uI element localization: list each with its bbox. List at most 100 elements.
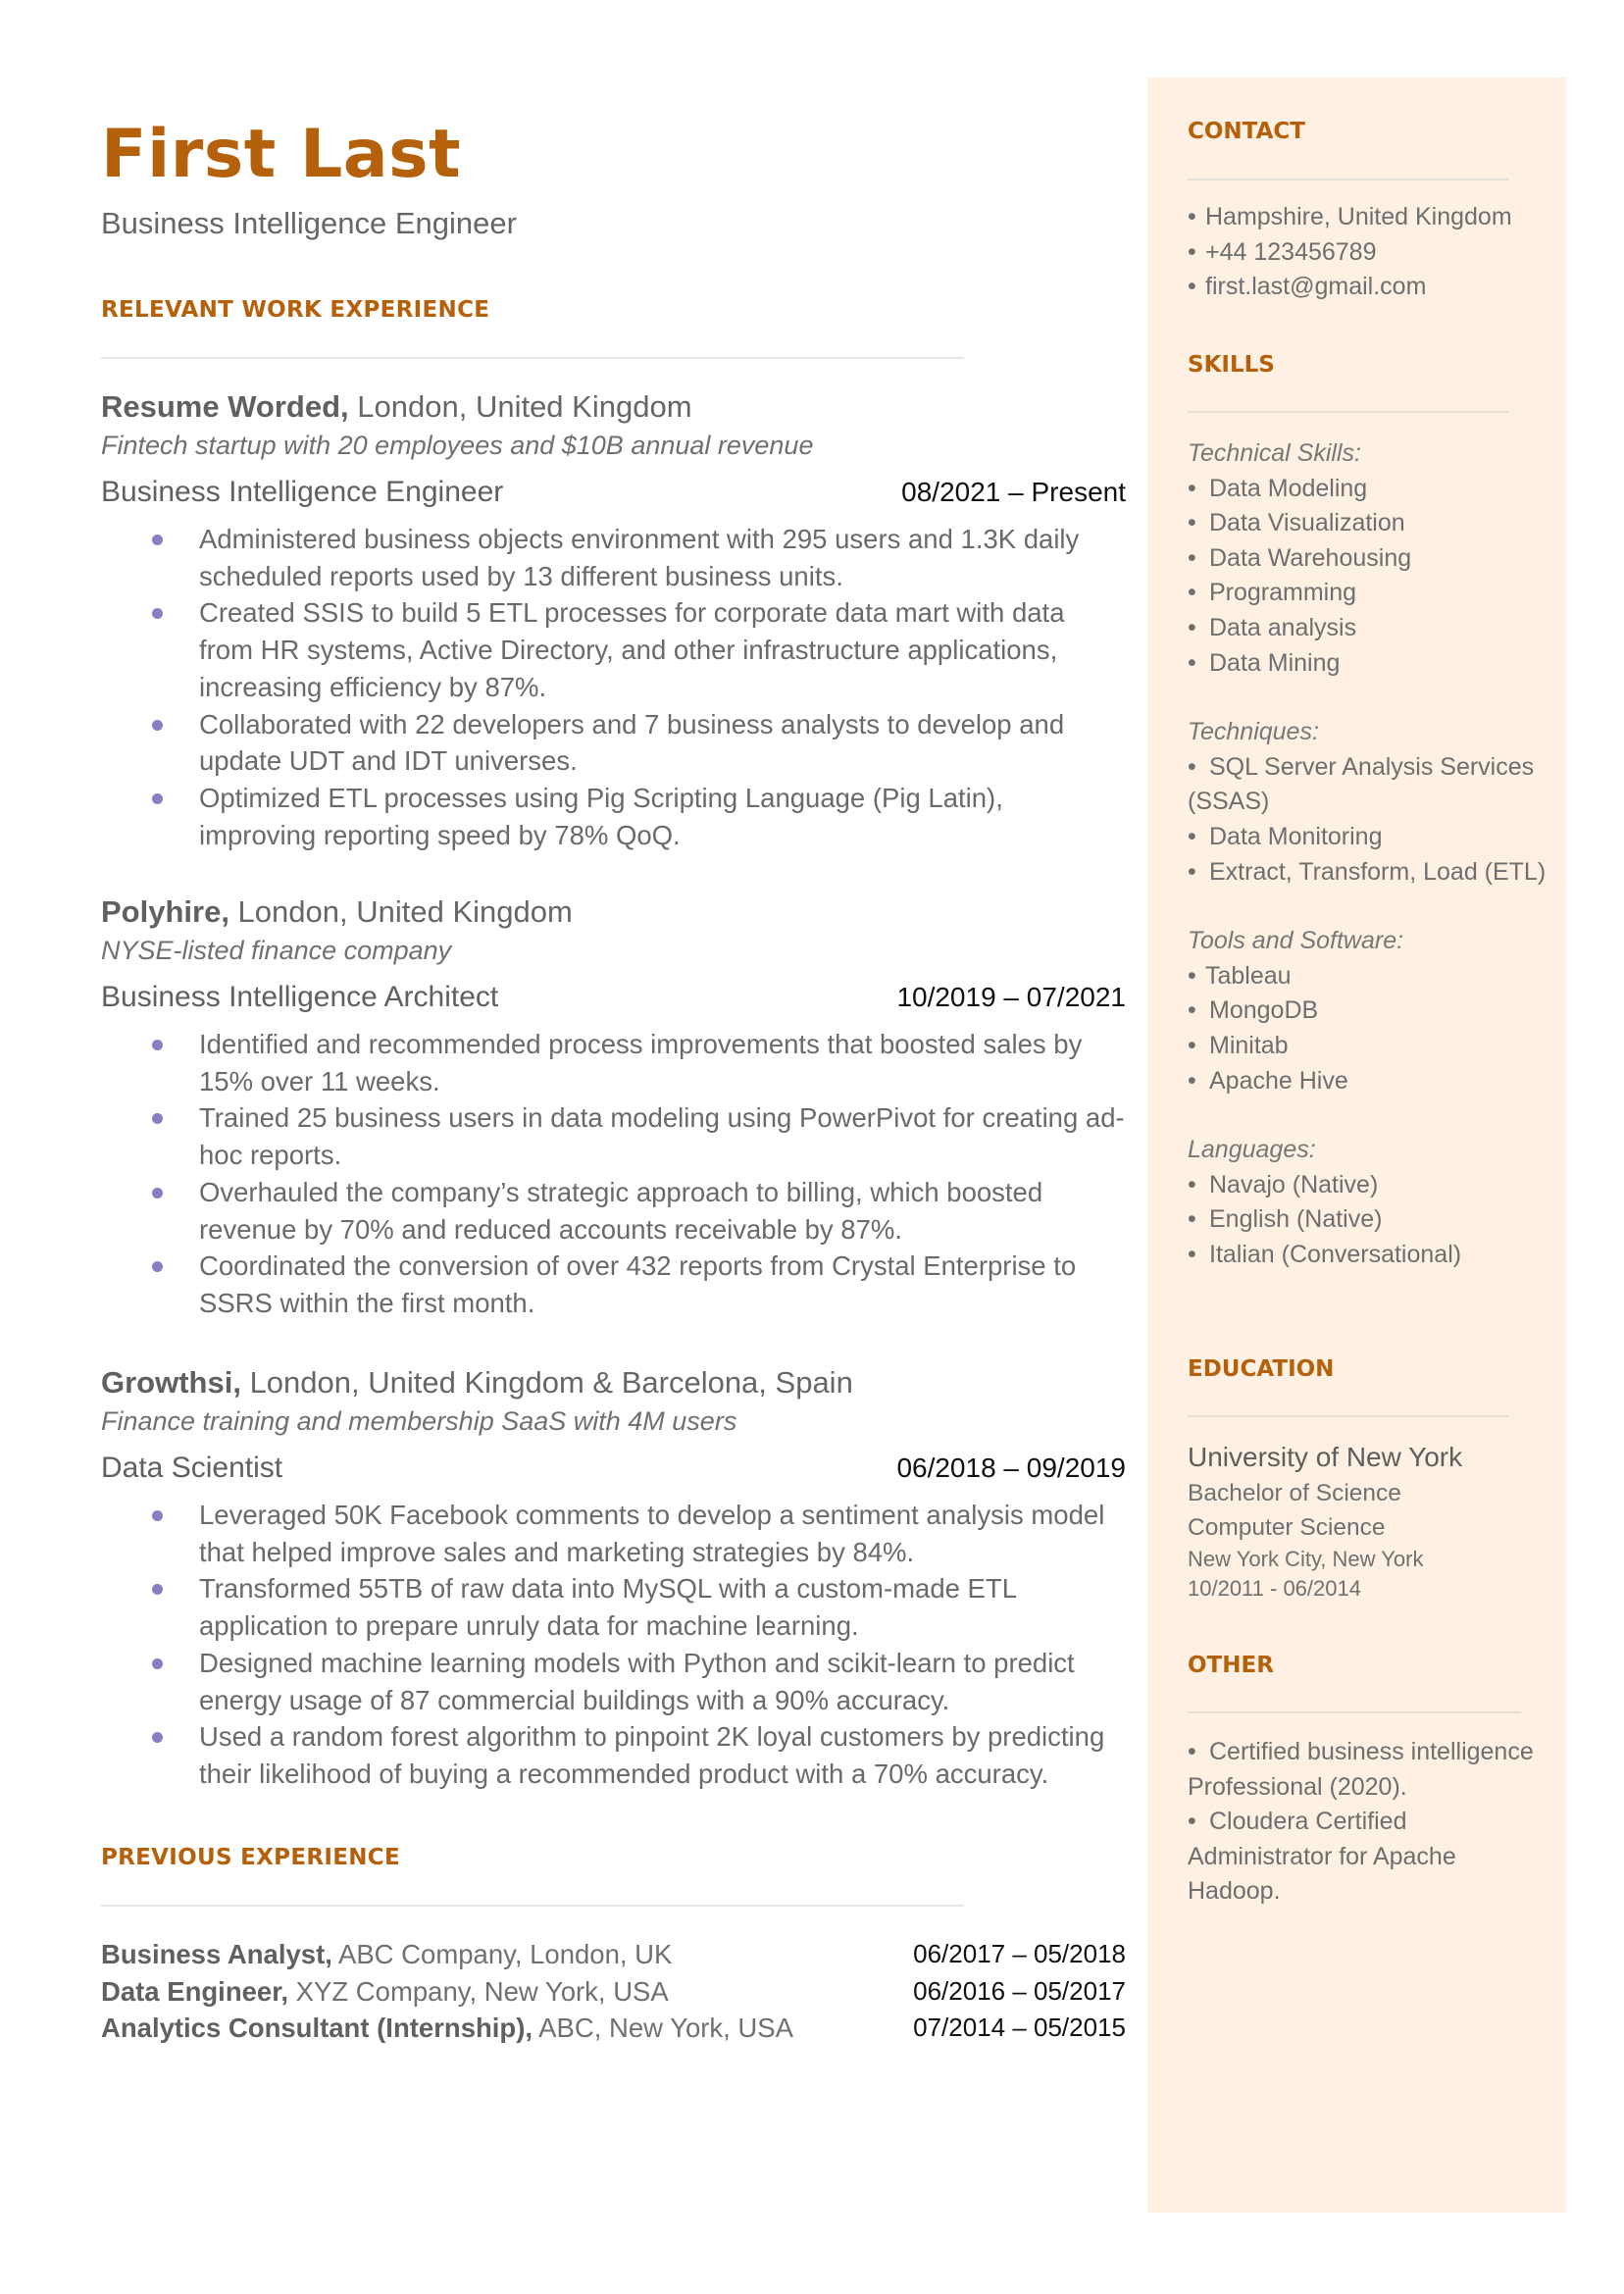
skill-item: • Navajo (Native) — [1188, 1168, 1550, 1203]
contact-location: • Hampshire, United Kingdom — [1188, 200, 1550, 235]
skill-text: Data analysis — [1209, 613, 1357, 641]
skills-category-label: Languages: — [1188, 1136, 1316, 1164]
bullet-icon: • — [1188, 857, 1196, 886]
job-entry: Growthsi, London, United Kingdom & Barce… — [101, 1363, 1126, 1793]
section-heading-education: EDUCATION — [1188, 1356, 1335, 1382]
bullet-text: Overhauled the company’s strategic appro… — [199, 1176, 1043, 1245]
contact-section: CONTACT • Hampshire, United Kingdom • +44 … — [1188, 117, 1550, 305]
bullet-dot-icon — [152, 719, 163, 731]
job-bullets: Administered business objects environmen… — [101, 521, 1126, 853]
previous-role: Business Analyst, — [101, 1939, 332, 1969]
job-entry: Resume Worded, London, United Kingdom Fi… — [101, 387, 1126, 853]
company-name: Growthsi, — [101, 1365, 241, 1400]
previous-experience-row: Data Engineer, XYZ Company, New York, US… — [101, 1973, 1126, 2011]
bullet-icon: • — [1188, 1738, 1196, 1765]
skill-text: Data Warehousing — [1209, 543, 1412, 572]
bullet-item: Administered business objects environmen… — [101, 521, 1126, 594]
previous-company: ABC, New York, USA — [533, 2013, 793, 2044]
skill-item: • Extract, Transform, Load (ETL) — [1188, 855, 1550, 891]
bullet-dot-icon — [152, 792, 163, 804]
bullet-icon: • — [1188, 474, 1196, 502]
skill-text: Programming — [1209, 579, 1357, 607]
company-description: Fintech startup with 20 employees and $1… — [101, 431, 814, 460]
contact-phone-link[interactable]: +44 123456789 — [1205, 238, 1377, 266]
bullet-icon: • — [1188, 996, 1196, 1025]
bullet-text: Identified and recommended process impro… — [199, 1029, 1083, 1096]
company-line: Resume Worded, London, United Kingdom — [101, 387, 1126, 427]
candidate-name: First Last — [101, 116, 462, 193]
skill-text: English (Native) — [1209, 1205, 1383, 1234]
section-heading-skills: SKILLS — [1188, 352, 1275, 378]
job-bullets: Identified and recommended process impro… — [101, 1026, 1126, 1322]
bullet-icon: • — [1188, 822, 1196, 850]
other-section: OTHER • Certified business intelligence P… — [1188, 1651, 1550, 1910]
previous-company: ABC Company, London, UK — [331, 1939, 673, 1969]
education-dates: 10/2011 - 06/2014 — [1188, 1576, 1361, 1601]
skill-text: Tableau — [1205, 961, 1292, 990]
contact-location-text: Hampshire, United Kingdom — [1205, 203, 1512, 230]
skill-item: • Italian (Conversational) — [1188, 1238, 1550, 1273]
contact-phone: • +44 123456789 — [1188, 235, 1550, 271]
bullet-text: Created SSIS to build 5 ETL processes fo… — [199, 597, 1065, 702]
education-field: Computer Science — [1188, 1514, 1386, 1541]
education-degree: Bachelor of Science — [1188, 1480, 1401, 1506]
bullet-dot-icon — [152, 535, 163, 545]
previous-role: Data Engineer, — [101, 1975, 289, 2007]
skill-text: MongoDB — [1209, 996, 1319, 1025]
bullet-item: Used a random forest algorithm to pinpoi… — [101, 1718, 1126, 1792]
company-description: NYSE-listed finance company — [101, 936, 452, 965]
bullet-icon: • — [1188, 613, 1196, 641]
job-dates: 10/2019 – 07/2021 — [896, 982, 1126, 1012]
section-divider — [1188, 178, 1509, 180]
section-divider — [1188, 1711, 1521, 1713]
skill-text: Apache Hive — [1209, 1066, 1348, 1095]
bullet-item: Optimized ETL processes using Pig Script… — [101, 780, 1126, 853]
skill-text: Data Modeling — [1209, 474, 1368, 502]
contact-email: • first.last@gmail.com — [1188, 270, 1550, 305]
education-school: University of New York — [1188, 1442, 1463, 1472]
job-entry: Polyhire, London, United Kingdom NYSE-li… — [101, 892, 1126, 1322]
section-divider — [1188, 411, 1509, 413]
skill-item: • Data Monitoring — [1188, 820, 1550, 855]
bullet-item: Trained 25 business users in data modeli… — [101, 1099, 1126, 1173]
bullet-dot-icon — [152, 1113, 163, 1125]
section-heading-other: OTHER — [1188, 1653, 1274, 1678]
bullet-icon: • — [1188, 273, 1196, 301]
contact-email-link[interactable]: first.last@gmail.com — [1205, 273, 1426, 300]
company-description: Finance training and membership SaaS wit… — [101, 1406, 737, 1436]
skill-item: • Tableau — [1188, 959, 1550, 994]
bullet-text: Transformed 55TB of raw data into MySQL … — [199, 1573, 1016, 1642]
job-role: Data Scientist — [101, 1452, 283, 1484]
job-dates: 06/2018 – 09/2019 — [896, 1453, 1126, 1483]
job-dates: 08/2021 – Present — [901, 477, 1126, 507]
skill-item: • Data Visualization — [1188, 506, 1550, 541]
education-section: EDUCATION University of New York Bachelo… — [1188, 1354, 1550, 1604]
role-row: Business Intelligence Engineer 08/2021 –… — [101, 472, 1126, 513]
bullet-text: Designed machine learning models with Py… — [199, 1647, 1075, 1715]
bullet-item: Transformed 55TB of raw data into MySQL … — [101, 1570, 1126, 1644]
previous-experience-row: Business Analyst, ABC Company, London, U… — [101, 1936, 1126, 1973]
skills-category-label: Technical Skills: — [1188, 439, 1361, 467]
bullet-icon: • — [1188, 648, 1196, 677]
company-location: London, United Kingdom — [228, 894, 573, 929]
bullet-icon: • — [1188, 203, 1196, 230]
bullet-dot-icon — [152, 1584, 163, 1596]
bullet-text: Coordinated the conversion of over 432 r… — [199, 1250, 1077, 1318]
skills-category-label: Techniques: — [1188, 718, 1319, 746]
skill-item: • Apache Hive — [1188, 1064, 1550, 1099]
skill-item: • MongoDB — [1188, 994, 1550, 1029]
bullet-icon: • — [1188, 1066, 1196, 1095]
bullet-icon: • — [1188, 1808, 1196, 1836]
bullet-item: Designed machine learning models with Py… — [101, 1645, 1126, 1718]
skill-item: • English (Native) — [1188, 1202, 1550, 1238]
section-heading-contact: CONTACT — [1188, 119, 1305, 144]
section-heading-relevant-experience: RELEVANT WORK EXPERIENCE — [101, 297, 490, 323]
skill-text: Italian (Conversational) — [1209, 1240, 1462, 1268]
bullet-icon: • — [1188, 1240, 1196, 1268]
company-name: Polyhire, — [101, 894, 229, 929]
bullet-icon: • — [1188, 509, 1196, 537]
skill-item: • Data Warehousing — [1188, 541, 1550, 577]
skill-text: Minitab — [1209, 1031, 1289, 1059]
education-location: New York City, New York — [1188, 1547, 1424, 1571]
skill-item: • Minitab — [1188, 1029, 1550, 1064]
